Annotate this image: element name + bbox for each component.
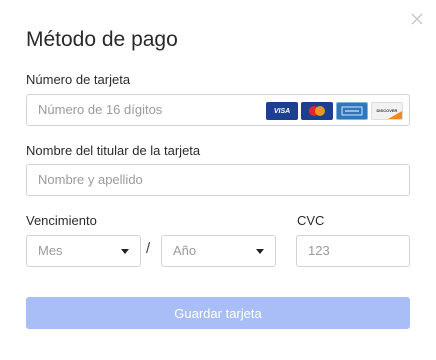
discover-logo-icon: DISCOVER <box>371 102 403 120</box>
chevron-down-icon <box>256 248 264 254</box>
year-select[interactable]: Año <box>161 235 276 267</box>
payment-method-dialog: Método de pago Número de tarjeta Número … <box>0 0 436 360</box>
cvc-label: CVC <box>297 213 325 228</box>
month-placeholder: Mes <box>38 243 63 258</box>
cvc-input[interactable]: 123 <box>296 235 410 267</box>
amex-logo-icon <box>336 102 368 120</box>
card-number-input[interactable]: Número de 16 dígitos VISA DISCOVER <box>26 94 410 126</box>
dialog-title: Método de pago <box>26 28 178 51</box>
mastercard-logo-icon <box>301 102 333 120</box>
cardholder-label: Nombre del titular de la tarjeta <box>26 143 201 158</box>
cvc-placeholder: 123 <box>308 243 330 258</box>
year-placeholder: Año <box>173 243 197 258</box>
expiry-label: Vencimiento <box>26 213 97 228</box>
save-card-button[interactable]: Guardar tarjeta <box>26 297 410 329</box>
month-select[interactable]: Mes <box>26 235 141 267</box>
card-number-label: Número de tarjeta <box>26 72 131 87</box>
cardholder-input[interactable]: Nombre y apellido <box>26 164 410 196</box>
chevron-down-icon <box>121 248 129 254</box>
card-brand-logos: VISA DISCOVER <box>266 102 403 120</box>
cardholder-placeholder: Nombre y apellido <box>38 172 143 187</box>
visa-logo-icon: VISA <box>266 102 298 120</box>
close-icon[interactable] <box>410 12 424 26</box>
card-number-placeholder: Número de 16 dígitos <box>38 102 163 117</box>
expiry-separator: / <box>146 240 151 257</box>
